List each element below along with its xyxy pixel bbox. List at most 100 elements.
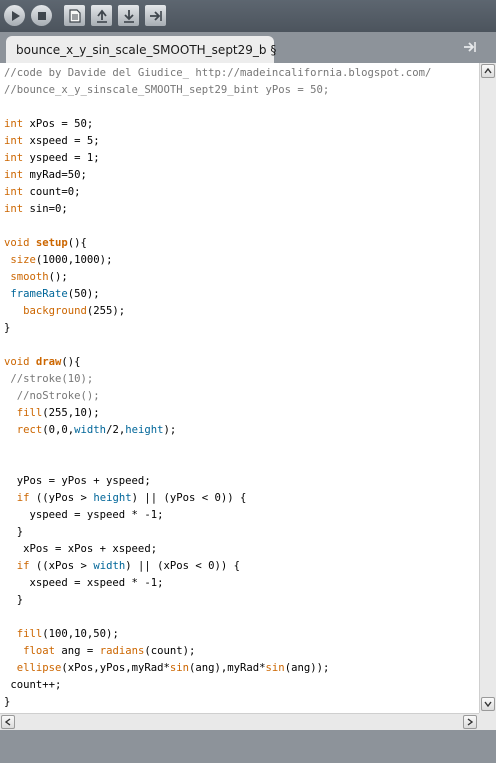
tab-sketch[interactable]: bounce_x_y_sin_scale_SMOOTH_sept29_b § [6,36,276,63]
code-line: //noStroke(); [4,388,431,405]
open-button[interactable] [91,5,112,26]
export-button[interactable] [145,5,166,26]
code-text: //code by Davide del Giudice_ http://mad… [4,65,431,711]
save-arrow-down-icon [123,9,134,23]
code-token: ) || (yPos < 0)) { [131,492,247,504]
code-token: /2, [106,424,126,436]
code-line: int xspeed = 5; [4,133,431,150]
code-line: } [4,524,431,541]
play-icon [11,10,20,21]
code-token: //bounce_x_y_sinscale_SMOOTH_sept29_bint… [4,84,330,96]
code-token: } [4,322,11,334]
code-token: (ang),myRad* [189,662,266,674]
code-line: fill(255,10); [4,405,431,422]
code-line: ellipse(xPos,yPos,myRad*sin(ang),myRad*s… [4,660,431,677]
open-arrow-up-icon [96,9,107,23]
code-token: rect [16,424,43,436]
code-token: int [4,186,24,198]
code-line: int count=0; [4,184,431,201]
code-token: } [4,696,11,708]
code-token: yPos = yPos + yspeed; [4,475,151,487]
code-token: (255,10); [42,407,100,419]
arrow-right-icon [464,42,476,52]
code-line: void draw(){ [4,354,431,371]
code-token: (100,10,50); [42,628,119,640]
tab-bar: bounce_x_y_sin_scale_SMOOTH_sept29_b § [0,32,496,63]
scroll-left-button[interactable] [1,715,15,729]
code-line: yPos = yPos + yspeed; [4,473,431,490]
code-token: (1000,1000); [35,254,113,266]
export-arrow-right-icon [149,10,162,21]
code-token: ); [163,424,177,436]
code-token: if [16,492,30,504]
code-token: } [4,526,24,538]
code-token: int [4,169,24,181]
code-token: size [10,254,36,266]
stop-icon [37,11,46,20]
scroll-up-button[interactable] [481,64,495,78]
code-token: (0,0, [42,424,75,436]
code-token: smooth [10,271,49,283]
code-token: sin=0; [23,203,68,215]
code-token: (){ [67,237,87,249]
code-token: ang = [55,645,100,657]
tab-menu-button[interactable] [461,39,479,55]
scroll-right-button[interactable] [463,715,477,729]
code-token: setup [35,237,68,249]
horizontal-scrollbar[interactable] [0,713,479,730]
new-file-icon [68,8,81,23]
code-token: void [4,237,30,249]
code-line: fill(100,10,50); [4,626,431,643]
code-line: //bounce_x_y_sinscale_SMOOTH_sept29_bint… [4,82,431,99]
code-line: int myRad=50; [4,167,431,184]
code-token: //noStroke(); [16,390,100,402]
code-token: xspeed = xspeed * -1; [4,577,164,589]
code-line: smooth(); [4,269,431,286]
code-token: count++; [4,679,62,691]
stop-button[interactable] [31,5,52,26]
code-editor[interactable]: //code by Davide del Giudice_ http://mad… [0,63,479,713]
scroll-down-button[interactable] [481,697,495,711]
code-line: rect(0,0,width/2,height); [4,422,431,439]
chevron-up-icon [484,68,492,74]
code-line: if ((yPos > height) || (yPos < 0)) { [4,490,431,507]
toolbar [0,0,496,32]
code-line: } [4,320,431,337]
code-token: float [23,645,56,657]
new-button[interactable] [64,5,85,26]
code-line: frameRate(50); [4,286,431,303]
vertical-scrollbar[interactable] [479,63,496,713]
code-token: int [4,118,24,130]
code-line: void setup(){ [4,235,431,252]
code-token: width [93,560,126,572]
code-token: height [125,424,164,436]
code-token: (ang)); [284,662,330,674]
code-token: height [93,492,132,504]
code-token: yspeed = yspeed * -1; [4,509,164,521]
code-line: //stroke(10); [4,371,431,388]
code-line: int sin=0; [4,201,431,218]
code-token: radians [99,645,145,657]
code-token: int [4,135,24,147]
code-token: xPos = xPos + xspeed; [4,543,158,555]
save-button[interactable] [118,5,139,26]
code-token: ellipse [16,662,62,674]
code-token: (xPos,yPos,myRad* [61,662,170,674]
status-bar [0,730,496,763]
code-token: //code by Davide del Giudice_ http://mad… [4,67,432,79]
run-button[interactable] [4,5,25,26]
code-line: yspeed = yspeed * -1; [4,507,431,524]
code-line: float ang = radians(count); [4,643,431,660]
code-token: fill [16,407,43,419]
code-token: sin [265,662,285,674]
code-line: background(255); [4,303,431,320]
